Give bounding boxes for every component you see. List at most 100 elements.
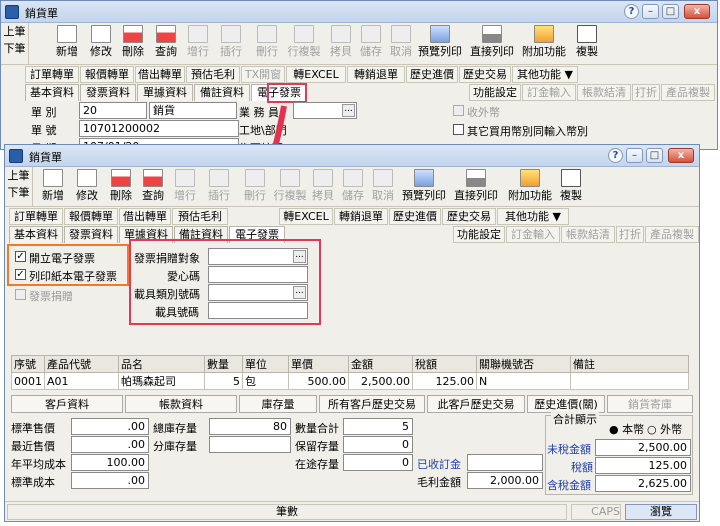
love-code-input[interactable]: [208, 266, 308, 283]
help-icon[interactable]: ?: [608, 148, 623, 163]
settle-button[interactable]: 帳款結清: [561, 226, 615, 243]
settings-button[interactable]: 功能設定: [453, 226, 505, 243]
cancel-button[interactable]: 取消: [369, 167, 397, 203]
tab-basic[interactable]: 基本資料: [25, 84, 79, 101]
settle-button[interactable]: 帳款結清: [577, 84, 631, 101]
donate-checkbox[interactable]: [15, 289, 26, 300]
col-price[interactable]: 單價: [288, 355, 349, 373]
query-button[interactable]: 查詢: [139, 167, 167, 203]
cell-name[interactable]: 帕瑪森起司: [118, 372, 205, 390]
tab-invoice[interactable]: 發票資料: [80, 84, 136, 101]
insert-row-button[interactable]: 插行: [217, 23, 245, 59]
settings-button[interactable]: 功能設定: [469, 84, 521, 101]
trade-history-button[interactable]: 歷史交易: [442, 208, 496, 225]
print-preview-button[interactable]: 預覽列印: [399, 167, 449, 203]
minimize-button[interactable]: –: [626, 148, 643, 163]
duplicate-button[interactable]: 複製: [557, 167, 585, 203]
order-transfer-button[interactable]: 訂單轉單: [9, 208, 63, 225]
same-currency-checkbox[interactable]: [453, 124, 464, 135]
prev-record-button[interactable]: 上筆: [1, 23, 28, 40]
open-einvoice-checkbox[interactable]: ✓: [15, 251, 26, 262]
tab-document[interactable]: 單據資料: [137, 84, 193, 101]
cancel-button[interactable]: 取消: [387, 23, 415, 59]
minimize-button[interactable]: –: [642, 4, 659, 19]
cell-amount[interactable]: 2,500.00: [348, 372, 413, 390]
carrier-type-input[interactable]: ...: [208, 284, 308, 301]
col-qty[interactable]: 數量: [204, 355, 243, 373]
query-button[interactable]: 查詢: [152, 23, 180, 59]
paste-button[interactable]: 拷貝: [309, 167, 337, 203]
customer-history-button[interactable]: 此客戶歷史交易: [427, 395, 525, 413]
cell-tax[interactable]: 125.00: [412, 372, 477, 390]
col-unit[interactable]: 單位: [242, 355, 289, 373]
trade-history-button[interactable]: 歷史交易: [459, 66, 511, 83]
save-button[interactable]: 儲存: [339, 167, 367, 203]
quote-transfer-button[interactable]: 報價轉單: [64, 208, 118, 225]
cell-unit[interactable]: 包: [242, 372, 289, 390]
foreign-currency-checkbox[interactable]: [453, 105, 464, 116]
new-button[interactable]: 新增: [39, 167, 67, 203]
col-seq[interactable]: 序號: [11, 355, 45, 373]
add-row-button[interactable]: 增行: [171, 167, 199, 203]
print-einvoice-checkbox[interactable]: ✓: [15, 269, 26, 280]
direct-print-button[interactable]: 直接列印: [467, 23, 517, 59]
foreign-currency-radio[interactable]: ○ 外幣: [647, 421, 682, 437]
tab-notes[interactable]: 備註資料: [194, 84, 250, 101]
deposit-button[interactable]: 訂金輸入: [506, 226, 560, 243]
tab-invoice[interactable]: 發票資料: [64, 226, 118, 243]
next-record-button[interactable]: 下筆: [1, 40, 28, 57]
account-info-button[interactable]: 帳款資料: [125, 395, 237, 413]
add-row-button[interactable]: 增行: [184, 23, 212, 59]
cell-code[interactable]: A01: [44, 372, 119, 390]
quote-transfer-button[interactable]: 報價轉單: [80, 66, 134, 83]
col-name[interactable]: 品名: [118, 355, 205, 373]
carrier-no-input[interactable]: [208, 302, 308, 319]
return-transfer-button[interactable]: 轉銷退單: [334, 208, 388, 225]
addon-button[interactable]: 附加功能: [519, 23, 569, 59]
print-preview-button[interactable]: 預覽列印: [415, 23, 465, 59]
loan-transfer-button[interactable]: 借出轉單: [119, 208, 171, 225]
copy-row-button[interactable]: 行複製: [285, 23, 323, 59]
close-button[interactable]: x: [684, 4, 710, 19]
discount-button[interactable]: 打折: [616, 226, 644, 243]
delete-button[interactable]: 刪除: [107, 167, 135, 203]
col-tax[interactable]: 稅額: [412, 355, 477, 373]
order-transfer-button[interactable]: 訂單轉單: [25, 66, 79, 83]
delete-row-button[interactable]: 刪行: [241, 167, 269, 203]
ellipsis-icon[interactable]: ...: [342, 104, 355, 117]
product-copy-button[interactable]: 產品複製: [645, 226, 699, 243]
local-currency-radio[interactable]: ● 本幣: [609, 421, 644, 437]
cell-qty[interactable]: 5: [204, 372, 243, 390]
export-excel-button[interactable]: 轉EXCEL: [279, 208, 333, 225]
col-notes[interactable]: 備註: [570, 355, 689, 373]
cell-notes[interactable]: [570, 372, 689, 390]
maximize-button[interactable]: □: [646, 148, 663, 163]
consign-button[interactable]: 銷貨寄庫: [607, 395, 693, 413]
prev-record-button[interactable]: 上筆: [5, 167, 32, 184]
save-button[interactable]: 儲存: [357, 23, 385, 59]
tx-window-button[interactable]: TX開窗: [241, 66, 285, 83]
deposit-label[interactable]: 已收訂金: [417, 456, 461, 472]
donate-target-input[interactable]: ...: [208, 248, 308, 265]
table-row[interactable]: 0001 A01 帕瑪森起司 5 包 500.00 2,500.00 125.0…: [11, 372, 689, 390]
purchase-history-button[interactable]: 歷史進價: [406, 66, 458, 83]
ellipsis-icon[interactable]: ...: [293, 286, 306, 299]
cell-seq[interactable]: 0001: [11, 372, 45, 390]
gross-profit-button[interactable]: 預估毛利: [186, 66, 240, 83]
maximize-button[interactable]: □: [662, 4, 679, 19]
other-functions-dropdown[interactable]: 其他功能 ▼: [497, 208, 569, 225]
tab-basic[interactable]: 基本資料: [9, 226, 63, 243]
gross-profit-button[interactable]: 預估毛利: [172, 208, 228, 225]
discount-button[interactable]: 打折: [632, 84, 660, 101]
edit-button[interactable]: 修改: [87, 23, 115, 59]
close-button[interactable]: x: [668, 148, 694, 163]
next-record-button[interactable]: 下筆: [5, 184, 32, 201]
col-code[interactable]: 產品代號: [44, 355, 119, 373]
copy-row-button[interactable]: 行複製: [271, 167, 309, 203]
paste-button[interactable]: 拷貝: [327, 23, 355, 59]
duplicate-button[interactable]: 複製: [573, 23, 601, 59]
return-transfer-button[interactable]: 轉銷退單: [347, 66, 405, 83]
addon-button[interactable]: 附加功能: [505, 167, 555, 203]
delete-row-button[interactable]: 刪行: [253, 23, 281, 59]
loan-transfer-button[interactable]: 借出轉單: [135, 66, 185, 83]
